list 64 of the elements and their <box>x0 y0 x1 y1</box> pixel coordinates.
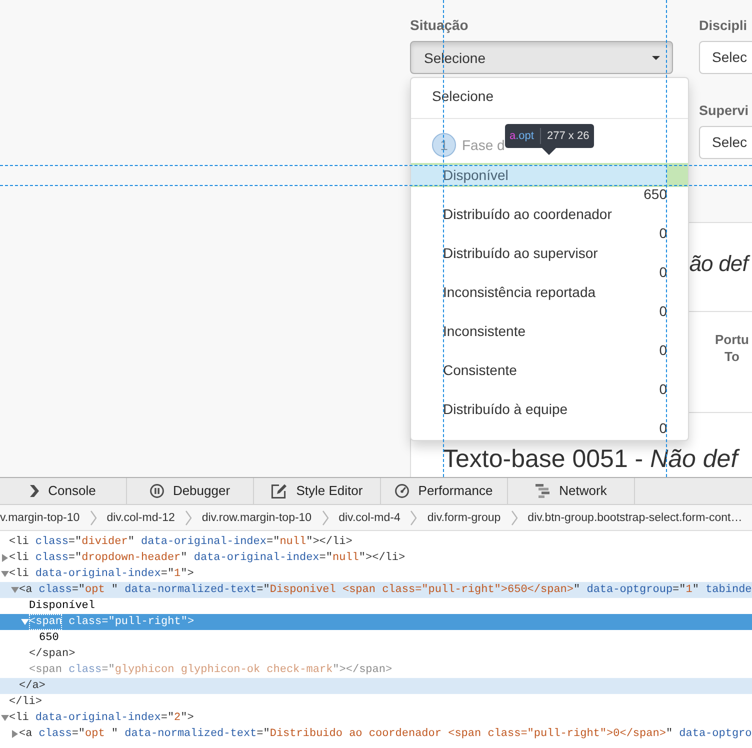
option-count: 0 <box>659 264 667 280</box>
markup-line[interactable]: <li data-original-index="1"> <box>0 566 752 582</box>
breadcrumb-item[interactable]: v.margin-top-10 <box>0 510 80 526</box>
devtools-tab[interactable]: Style Editor <box>254 478 381 504</box>
markup-line[interactable]: 650 <box>0 630 752 646</box>
dropdown-option[interactable]: Selecione <box>411 82 688 110</box>
caret-down-icon[interactable] <box>10 587 18 593</box>
option-count: 0 <box>659 420 667 436</box>
devtools-tab[interactable]: Console <box>0 478 127 504</box>
section-heading: ão def <box>689 251 752 276</box>
pencil-icon <box>271 483 288 499</box>
selector-label: a.opt <box>510 128 534 144</box>
option-count: 650 <box>644 186 667 202</box>
dropdown-option[interactable]: Distribuído à equipe <box>411 397 688 421</box>
select-field[interactable]: Selec <box>699 41 752 74</box>
field-label: Situação <box>410 17 468 33</box>
dropdown-option[interactable]: Distribuído ao supervisor <box>411 241 688 265</box>
select-button[interactable]: Selecione <box>410 41 673 74</box>
chevron-icon <box>90 510 97 526</box>
markup-line[interactable]: <a class="opt " data-normalized-text="Distribuido ao coordenador <span class="pull-right">0</span>" data-optgro <box>0 726 752 742</box>
chevron-icon <box>410 510 418 526</box>
field-label: Supervi <box>699 103 749 118</box>
section-heading: Texto-base 0051 - Não def <box>443 445 741 473</box>
breadcrumb-item[interactable]: div.col-md-12 <box>106 510 175 526</box>
chevron-icon <box>30 485 40 497</box>
size-label: 277 x 26 <box>546 128 590 144</box>
option-count: 0 <box>659 342 667 358</box>
markup-line[interactable]: <li class="divider" data-original-index="null"></li> <box>0 534 752 550</box>
markup-line[interactable]: <li data-original-index="2"> <box>0 710 752 726</box>
caret-down-icon[interactable] <box>0 715 8 721</box>
select-field[interactable]: Selec <box>699 126 752 159</box>
devtools-tab[interactable]: Debugger <box>127 478 254 504</box>
dropdown-option[interactable]: Consistente <box>411 358 688 382</box>
breadcrumb-item[interactable]: div.form-group <box>427 510 501 526</box>
dropdown-option[interactable]: Inconsistência reportada <box>411 280 688 304</box>
chevron-icon <box>510 510 518 526</box>
markup-line[interactable]: <li class="dropdown-header" data-original-index="null"></li> <box>0 550 752 566</box>
caret-icon <box>652 56 660 60</box>
caret-right-icon[interactable] <box>2 554 8 562</box>
markup-line[interactable]: </span> <box>0 646 752 662</box>
breadcrumb-item[interactable]: div.col-md-4 <box>338 510 400 526</box>
option-count: 0 <box>659 303 667 319</box>
column-header: Portu To <box>714 331 750 365</box>
dropdown-option[interactable]: Distribuído ao coordenador <box>411 202 688 226</box>
breadcrumb-item[interactable]: div.btn-group.bootstrap-select.form-cont… <box>528 510 742 526</box>
option-count: 0 <box>659 225 667 241</box>
markup-line[interactable]: Disponível <box>0 598 752 614</box>
group-header: Fase d <box>462 136 505 155</box>
caret-right-icon[interactable] <box>12 730 18 738</box>
caret-down-icon[interactable] <box>0 571 8 577</box>
breadcrumb-item[interactable]: div.row.margin-top-10 <box>202 510 312 526</box>
bars-icon <box>535 484 550 498</box>
markup-line[interactable]: </li> <box>0 694 752 710</box>
gauge-icon <box>395 484 410 498</box>
option-count: 0 <box>659 381 667 397</box>
caret-down-icon[interactable] <box>20 619 28 625</box>
chevron-icon <box>184 510 192 526</box>
devtools-tab[interactable]: Network <box>508 478 635 504</box>
dropdown-option[interactable]: Inconsistente <box>411 319 688 343</box>
pause-icon <box>150 484 164 498</box>
devtools-tab[interactable]: Performance <box>381 478 508 504</box>
chevron-icon <box>322 510 329 526</box>
field-label: Discipli <box>699 18 748 33</box>
dropdown-option[interactable]: Disponível <box>411 163 688 187</box>
